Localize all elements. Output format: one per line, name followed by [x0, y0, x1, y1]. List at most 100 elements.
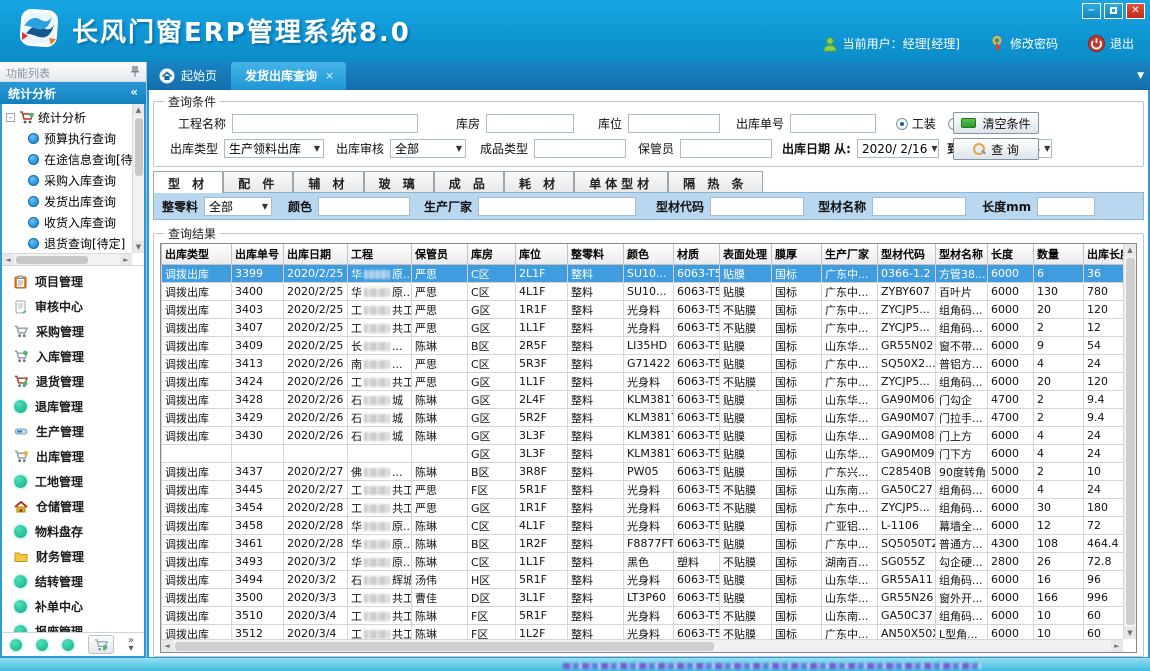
- column-header[interactable]: 长度: [988, 244, 1034, 265]
- table-row[interactable]: 调拨出库35102020/3/4工共工程陈琳F区5R1F整料光身料6063-T5…: [162, 607, 1124, 625]
- table-row[interactable]: 调拨出库34372020/2/27佛...陈琳B区3R8F整料PW056063-…: [162, 463, 1124, 481]
- radio-work-option[interactable]: 工装: [896, 115, 936, 132]
- sidebar-item-9[interactable]: 仓储管理: [2, 494, 144, 519]
- column-header[interactable]: 表面处理: [720, 244, 772, 265]
- date-from-picker[interactable]: 2020/ 2/16▼: [857, 139, 939, 158]
- scroll-up-icon[interactable]: ▲: [1124, 244, 1136, 256]
- keeper-input[interactable]: [680, 139, 772, 158]
- color-input[interactable]: [318, 197, 410, 216]
- tree-hscroll-thumb[interactable]: [16, 256, 88, 264]
- table-row[interactable]: 调拨出库33992020/2/25华原...严思C区2L1F整料SU10...6…: [162, 265, 1124, 283]
- column-header[interactable]: 材质: [674, 244, 720, 265]
- menu-overflow-button[interactable]: »▾: [128, 637, 134, 653]
- table-row[interactable]: 调拨出库34072020/2/25工共工程严思G区1L1F整料光身料6063-T…: [162, 319, 1124, 337]
- tree-root-item[interactable]: - 统计分析: [6, 106, 144, 128]
- column-header[interactable]: 数量: [1034, 244, 1084, 265]
- sidebar-item-2[interactable]: 采购管理: [2, 319, 144, 344]
- column-header[interactable]: 出库单号: [232, 244, 284, 265]
- grid-vscroll-thumb[interactable]: [1126, 258, 1135, 625]
- change-password-button[interactable]: 修改密码: [990, 35, 1058, 52]
- table-row[interactable]: 调拨出库34032020/2/25工共工程严思G区1R1F整料光身料6063-T…: [162, 301, 1124, 319]
- material-tab-0[interactable]: 型 材: [153, 171, 223, 193]
- tree-expander-icon[interactable]: -: [6, 113, 15, 122]
- column-header[interactable]: 工程: [348, 244, 412, 265]
- column-header[interactable]: 出库日期: [284, 244, 348, 265]
- column-header[interactable]: 型材名称: [936, 244, 988, 265]
- sidebar-item-8[interactable]: 工地管理: [2, 469, 144, 494]
- table-row[interactable]: 调拨出库34932020/3/2华原...陈琳C区1L1F整料黑色塑料不贴膜国标…: [162, 553, 1124, 571]
- sidebar-item-0[interactable]: 项目管理: [2, 269, 144, 294]
- column-header[interactable]: 出库长度: [1084, 244, 1124, 265]
- sidebar-item-12[interactable]: 结转管理: [2, 569, 144, 594]
- table-row[interactable]: 调拨出库34942020/3/2石辉城汤伟H区5R1F整料光身料6063-T5贴…: [162, 571, 1124, 589]
- column-header[interactable]: 库房: [468, 244, 516, 265]
- scroll-right-icon[interactable]: ►: [120, 254, 132, 266]
- sidebar-section-header[interactable]: 统计分析 «: [0, 82, 146, 104]
- project-name-input[interactable]: [232, 114, 418, 133]
- tree-item-5[interactable]: 退货查询[待定]: [6, 233, 144, 254]
- sidebar-item-4[interactable]: 退货管理: [2, 369, 144, 394]
- column-header[interactable]: 型材代码: [878, 244, 936, 265]
- sidebar-item-5[interactable]: 退库管理: [2, 394, 144, 419]
- sidebar-item-10[interactable]: 物料盘存: [2, 519, 144, 544]
- column-header[interactable]: 库位: [516, 244, 568, 265]
- tree-item-4[interactable]: 收货入库查询: [6, 212, 144, 233]
- material-tab-3[interactable]: 玻 璃: [364, 171, 434, 193]
- table-row[interactable]: 调拨出库34132020/2/26南...严思C区5R3F整料G71422606…: [162, 355, 1124, 373]
- grid-horizontal-scrollbar[interactable]: ◄ ►: [161, 639, 1123, 652]
- part-select[interactable]: 全部▼: [204, 197, 272, 216]
- material-code-input[interactable]: [710, 197, 804, 216]
- tree-item-3[interactable]: 发货出库查询: [6, 191, 144, 212]
- sidebar-item-6[interactable]: 生产管理: [2, 419, 144, 444]
- length-input[interactable]: [1037, 197, 1095, 216]
- scroll-down-icon[interactable]: ▼: [133, 241, 145, 253]
- menu-dot-icon[interactable]: [36, 639, 48, 651]
- material-tab-1[interactable]: 配 件: [223, 171, 293, 193]
- tree-item-2[interactable]: 采购入库查询: [6, 170, 144, 191]
- sidebar-item-1[interactable]: 审核中心: [2, 294, 144, 319]
- table-row[interactable]: 调拨出库34092020/2/25长...陈琳B区2R5F整料LI35HD606…: [162, 337, 1124, 355]
- close-button[interactable]: ✕: [1126, 3, 1145, 19]
- table-row[interactable]: 调拨出库34542020/2/28工共工程严思G区1R1F整料光身料6063-T…: [162, 499, 1124, 517]
- order-no-input[interactable]: [790, 114, 876, 133]
- column-header[interactable]: 生产厂家: [822, 244, 878, 265]
- out-type-select[interactable]: 生产领料出库▼: [224, 139, 324, 158]
- menu-dot-icon[interactable]: [10, 639, 22, 651]
- search-button[interactable]: 查 询: [953, 138, 1039, 160]
- sidebar-item-13[interactable]: 补单中心: [2, 594, 144, 619]
- scroll-right-icon[interactable]: ►: [1111, 640, 1123, 652]
- grid-hscroll-thumb[interactable]: [175, 642, 714, 651]
- scroll-down-icon[interactable]: ▼: [1124, 627, 1136, 639]
- table-row[interactable]: 调拨出库35002020/3/3工共工程曹佳D区3L1F整料LT3P606063…: [162, 589, 1124, 607]
- column-header[interactable]: 出库类型: [162, 244, 232, 265]
- material-name-input[interactable]: [872, 197, 966, 216]
- tree-item-1[interactable]: 在途信息查询[待: [6, 149, 144, 170]
- maker-input[interactable]: [478, 197, 636, 216]
- tree-vscroll-thumb[interactable]: [135, 118, 143, 176]
- sidebar-item-14[interactable]: 报废管理: [2, 619, 144, 632]
- material-tab-2[interactable]: 辅 材: [293, 171, 363, 193]
- material-tab-5[interactable]: 耗 材: [504, 171, 574, 193]
- sidebar-item-3[interactable]: 入库管理: [2, 344, 144, 369]
- menu-dot-icon[interactable]: [62, 639, 74, 651]
- material-tab-7[interactable]: 隔 热 条: [668, 171, 762, 193]
- scroll-left-icon[interactable]: ◄: [2, 254, 14, 266]
- table-row[interactable]: 调拨出库34582020/2/28华原...陈琳C区4L1F整料光身料6063-…: [162, 517, 1124, 535]
- table-row[interactable]: 调拨出库34612020/2/28华原...陈琳B区1R2F整料F8877FT6…: [162, 535, 1124, 553]
- column-header[interactable]: 保管员: [412, 244, 468, 265]
- warehouse-input[interactable]: [486, 114, 574, 133]
- scroll-left-icon[interactable]: ◄: [161, 640, 173, 652]
- collapse-icon[interactable]: «: [130, 85, 138, 104]
- audit-select[interactable]: 全部▼: [390, 139, 466, 158]
- table-row[interactable]: 调拨出库34002020/2/25华原...严思C区4L1F整料SU10...6…: [162, 283, 1124, 301]
- tree-vertical-scrollbar[interactable]: ▲ ▼: [132, 104, 144, 253]
- table-row[interactable]: 调拨出库34302020/2/26石城陈琳G区3L3F整料KLM38176063…: [162, 427, 1124, 445]
- maximize-button[interactable]: [1104, 3, 1123, 19]
- tab-overflow-icon[interactable]: ▼: [1137, 71, 1144, 81]
- column-header[interactable]: 整零料: [568, 244, 624, 265]
- tree-horizontal-scrollbar[interactable]: ◄ ►: [2, 253, 132, 265]
- clear-conditions-button[interactable]: 清空条件: [953, 112, 1039, 134]
- product-type-input[interactable]: [534, 139, 626, 158]
- table-row[interactable]: 调拨出库34292020/2/26石城陈琳G区5R2F整料KLM38176063…: [162, 409, 1124, 427]
- column-header[interactable]: 膜厚: [772, 244, 822, 265]
